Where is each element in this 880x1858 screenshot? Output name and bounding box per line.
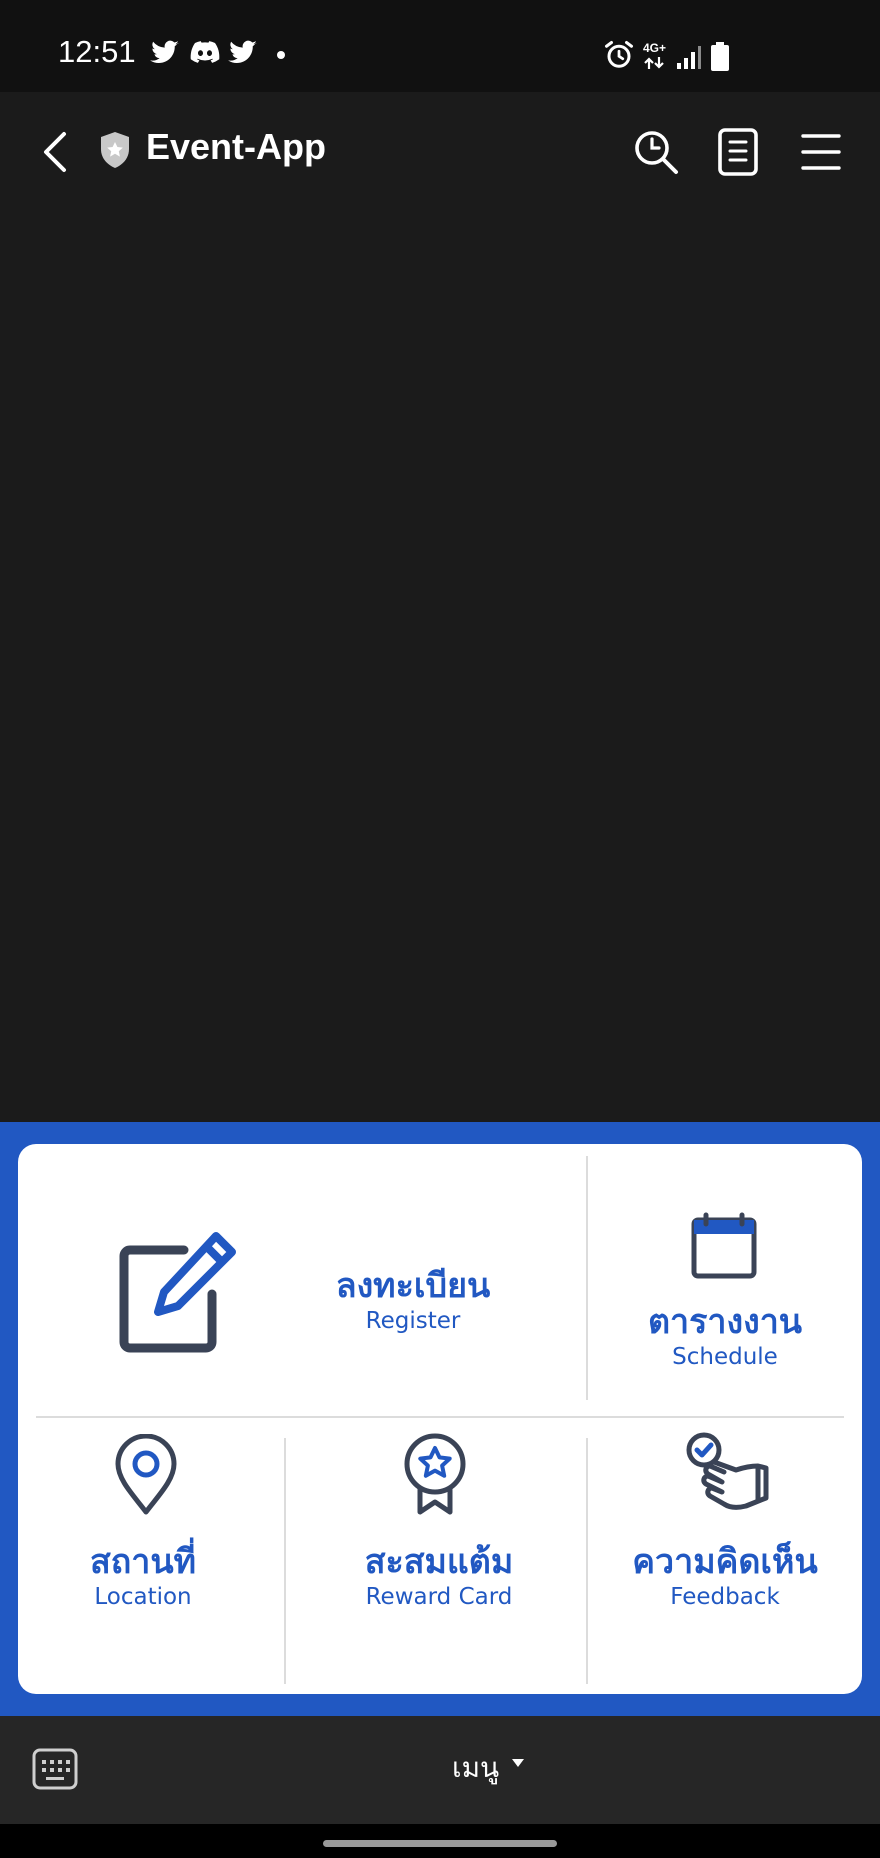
map-pin-icon — [115, 1434, 177, 1515]
twitter-icon — [150, 40, 179, 63]
shield-icon — [101, 132, 129, 168]
status-time: 12:51 — [58, 34, 136, 69]
app-bar: Event-App — [0, 92, 880, 212]
status-bar: 12:51 4G+ — [0, 0, 880, 92]
divider — [36, 1416, 844, 1418]
alarm-icon — [605, 41, 633, 68]
hand-check-icon — [686, 1432, 769, 1510]
battery-icon — [711, 42, 729, 71]
data-arrows-icon — [644, 57, 664, 69]
location-label-en: Location — [94, 1584, 192, 1610]
hamburger-icon — [801, 134, 841, 170]
dot-icon — [277, 51, 285, 59]
app-title: Event-App — [146, 126, 326, 167]
calendar-icon — [691, 1212, 757, 1279]
edit-icon — [119, 1232, 236, 1353]
rich-menu-card: ลงทะเบียน Register ตารางงาน Schedule สถา… — [18, 1144, 862, 1694]
location-label-th: สถานที่ — [89, 1542, 197, 1582]
rich-menu: ลงทะเบียน Register ตารางงาน Schedule สถา… — [0, 1122, 880, 1716]
schedule-button[interactable]: ตารางงาน Schedule — [588, 1144, 862, 1414]
search-button[interactable] — [632, 128, 680, 176]
home-gesture-pill[interactable] — [323, 1840, 557, 1847]
document-button[interactable] — [716, 126, 760, 178]
menu-toggle-label: เมนู — [452, 1751, 500, 1784]
keyboard-button[interactable] — [32, 1748, 78, 1790]
web-content-area — [0, 212, 880, 1122]
system-navigation-bar — [0, 1824, 880, 1858]
reward-label-th: สะสมแต้ม — [364, 1542, 514, 1582]
schedule-label-th: ตารางงาน — [647, 1302, 803, 1342]
back-button[interactable] — [36, 122, 76, 182]
signal-icon — [677, 46, 701, 69]
feedback-button[interactable]: ความคิดเห็น Feedback — [588, 1420, 862, 1694]
feedback-label-en: Feedback — [670, 1584, 780, 1610]
feedback-label-th: ความคิดเห็น — [632, 1542, 818, 1582]
network-type: 4G+ — [643, 41, 667, 55]
screen: 12:51 4G+ Event-App ลงทะเบียน Register ต… — [0, 0, 880, 1858]
caret-down-icon — [512, 1759, 524, 1767]
award-star-icon — [404, 1433, 466, 1515]
reward-card-button[interactable]: สะสมแต้ม Reward Card — [286, 1420, 584, 1694]
4g-icon: 4G+ — [643, 42, 671, 72]
hamburger-menu-button[interactable] — [800, 128, 842, 176]
twitter-icon — [228, 40, 257, 63]
reward-label-en: Reward Card — [365, 1584, 513, 1610]
register-button[interactable]: ลงทะเบียน Register — [18, 1144, 584, 1414]
discord-icon — [190, 41, 220, 63]
schedule-label-en: Schedule — [672, 1344, 778, 1370]
back-arrow-icon — [44, 132, 66, 172]
register-label-en: Register — [365, 1308, 461, 1334]
bottom-menu-bar: เมนู — [0, 1716, 880, 1824]
location-button[interactable]: สถานที่ Location — [18, 1420, 282, 1694]
register-label-th: ลงทะเบียน — [335, 1266, 491, 1306]
